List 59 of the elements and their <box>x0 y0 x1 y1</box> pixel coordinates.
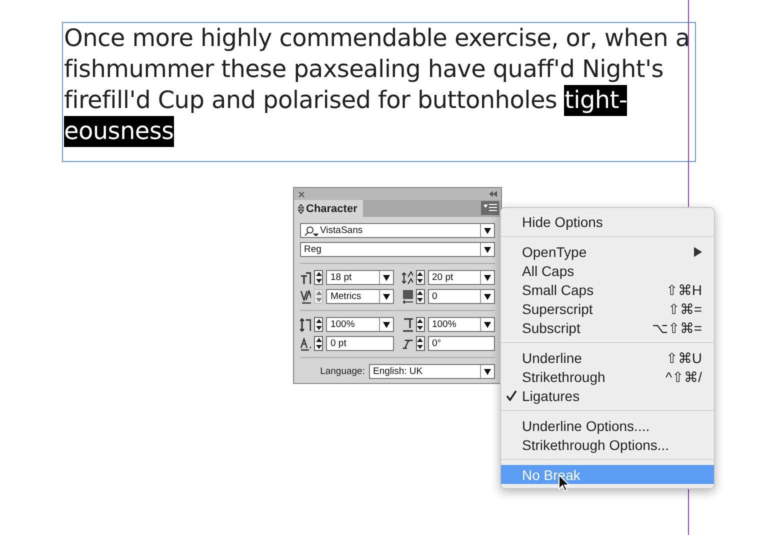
body-text: Once more highly commendable exercise, or, when a <box>64 23 690 54</box>
submenu-arrow-icon <box>694 246 702 256</box>
panel-title: Character <box>306 202 358 214</box>
dropdown-arrow-icon[interactable] <box>480 271 494 284</box>
value-field[interactable]: 0 pt <box>326 336 394 351</box>
panel-tab[interactable]: Character <box>294 200 364 217</box>
horizontal-scale-icon <box>402 318 413 332</box>
search-icon <box>304 226 318 236</box>
menu-item[interactable]: Superscript ⇧⌘= <box>501 299 714 318</box>
selected-text: eousness <box>64 116 174 147</box>
value-field[interactable]: 20 pt <box>428 270 495 285</box>
menu-item[interactable]: Underline Options.... <box>501 416 714 435</box>
value-field[interactable]: 100% <box>428 317 495 332</box>
value-field[interactable]: 18 pt <box>326 270 394 285</box>
text-frame[interactable]: Once more highly commendable exercise, or, when a fishmummer these paxsealing have quaff'd Night's firefill'd Cup and polarised for buttonholes tight- eousness <box>62 22 696 162</box>
kerning-icon <box>300 290 312 304</box>
language-field[interactable]: English: UK <box>369 364 495 379</box>
stepper-icon[interactable] <box>416 270 425 285</box>
dropdown-arrow-icon[interactable] <box>480 365 494 378</box>
menu-item[interactable]: All Caps <box>501 261 714 280</box>
menu-item[interactable]: Subscript ⌥⇧⌘= <box>501 318 714 337</box>
selected-text: tight- <box>564 85 628 116</box>
stepper-icon[interactable] <box>416 289 425 304</box>
body-text: firefill'd Cup and polarised for buttonholes <box>64 85 558 116</box>
checkmark-icon <box>506 390 517 401</box>
menu-item[interactable]: Hide Options <box>501 212 714 231</box>
vertical-scale-icon <box>300 318 312 332</box>
stepper-icon[interactable] <box>314 317 324 332</box>
dropdown-arrow-icon[interactable] <box>378 271 392 284</box>
menu-item[interactable]: OpenType <box>501 242 714 261</box>
dropdown-arrow-icon[interactable] <box>480 318 494 331</box>
menu-item[interactable]: Strikethrough ^⇧⌘/ <box>501 367 714 386</box>
dropdown-arrow-icon[interactable] <box>378 318 392 331</box>
menu-item[interactable]: Underline ⇧⌘U <box>501 348 714 367</box>
menu-item[interactable]: Strikethrough Options... <box>501 435 714 454</box>
panel-menu-button[interactable] <box>481 201 499 215</box>
value-field[interactable]: 0° <box>428 336 495 351</box>
body-text: fishmummer these paxsealing have quaff'd Night's <box>64 54 664 85</box>
dropdown-arrow-icon[interactable] <box>480 243 494 256</box>
menu-item[interactable]: Small Caps ⇧⌘H <box>501 280 714 299</box>
stepper-icon[interactable] <box>314 336 324 351</box>
stepper-icon[interactable] <box>314 270 324 285</box>
menu-item[interactable]: Ligatures <box>501 386 714 405</box>
stepper-icon[interactable] <box>416 336 425 351</box>
dropdown-arrow-icon[interactable] <box>480 290 494 303</box>
language-label: Language: <box>320 366 365 377</box>
font-style-field[interactable]: Reg <box>300 242 495 257</box>
tracking-icon <box>402 290 413 304</box>
font-size-icon <box>300 270 312 284</box>
collapse-icon[interactable] <box>489 191 497 197</box>
leading-icon <box>402 270 413 284</box>
dropdown-arrow-icon[interactable] <box>480 224 494 237</box>
baseline-shift-icon <box>300 336 312 350</box>
updown-icon <box>298 204 304 214</box>
font-family-field[interactable]: VistaSans <box>300 223 495 238</box>
close-icon[interactable] <box>298 190 305 198</box>
value-field[interactable]: 100% <box>326 317 394 332</box>
value-field[interactable]: 0 <box>428 289 495 304</box>
stepper-icon[interactable] <box>416 317 425 332</box>
